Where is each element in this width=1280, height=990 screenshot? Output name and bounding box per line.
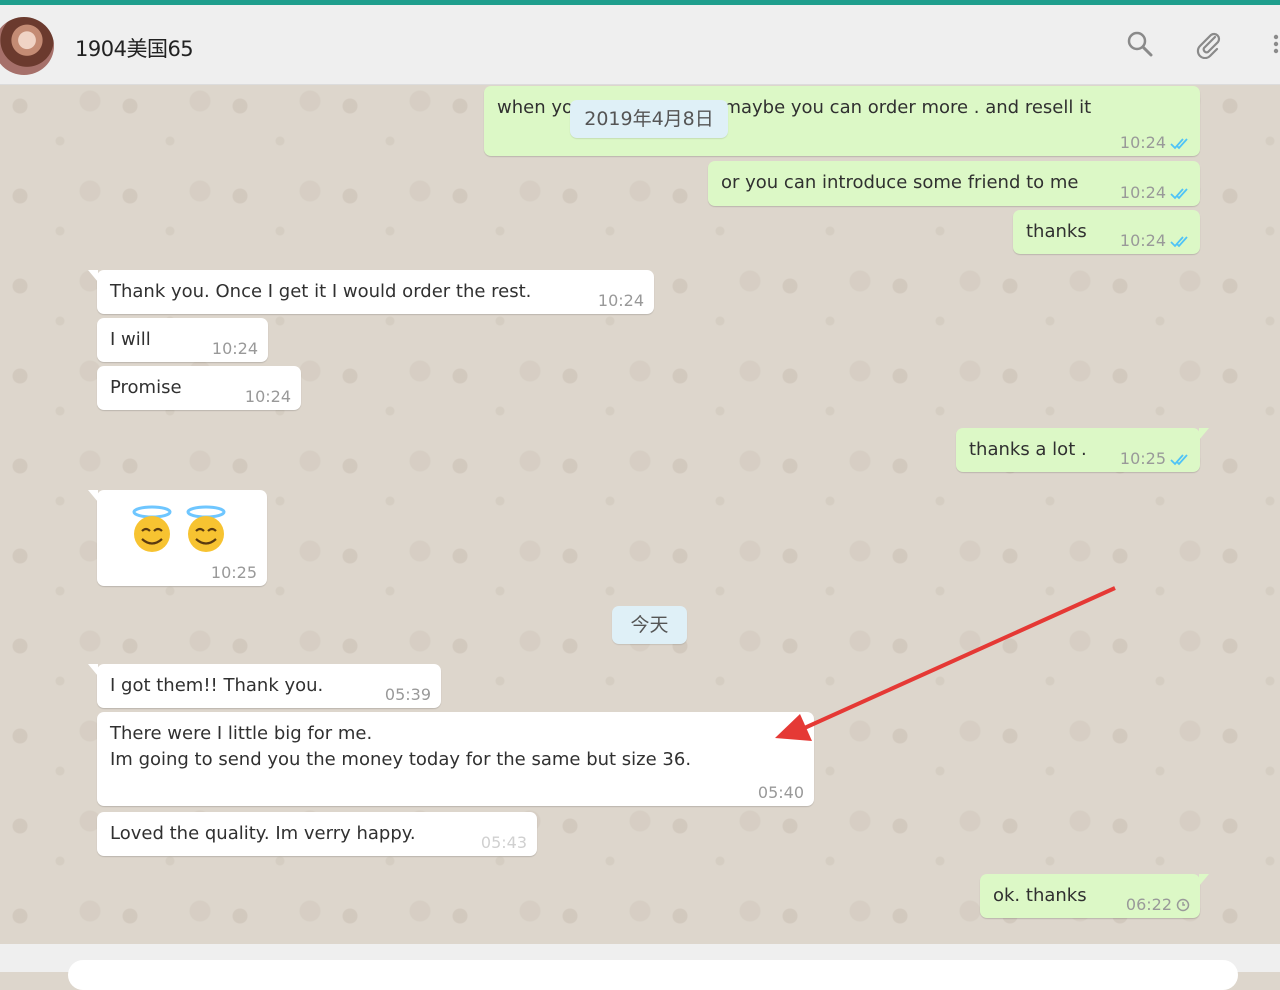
chat-header: 1904美国65 xyxy=(0,5,1280,85)
contact-name[interactable]: 1904美国65 xyxy=(75,33,194,63)
paperclip-icon[interactable] xyxy=(1193,29,1223,59)
message-input[interactable] xyxy=(68,960,1238,990)
avatar[interactable] xyxy=(0,17,54,75)
message-list[interactable]: when yo r . maybe you can order more . a… xyxy=(0,86,1280,944)
annotation-arrow xyxy=(775,586,1116,741)
menu-icon[interactable] xyxy=(1266,29,1280,59)
search-icon[interactable] xyxy=(1125,29,1155,59)
compose-footer xyxy=(0,944,1280,990)
